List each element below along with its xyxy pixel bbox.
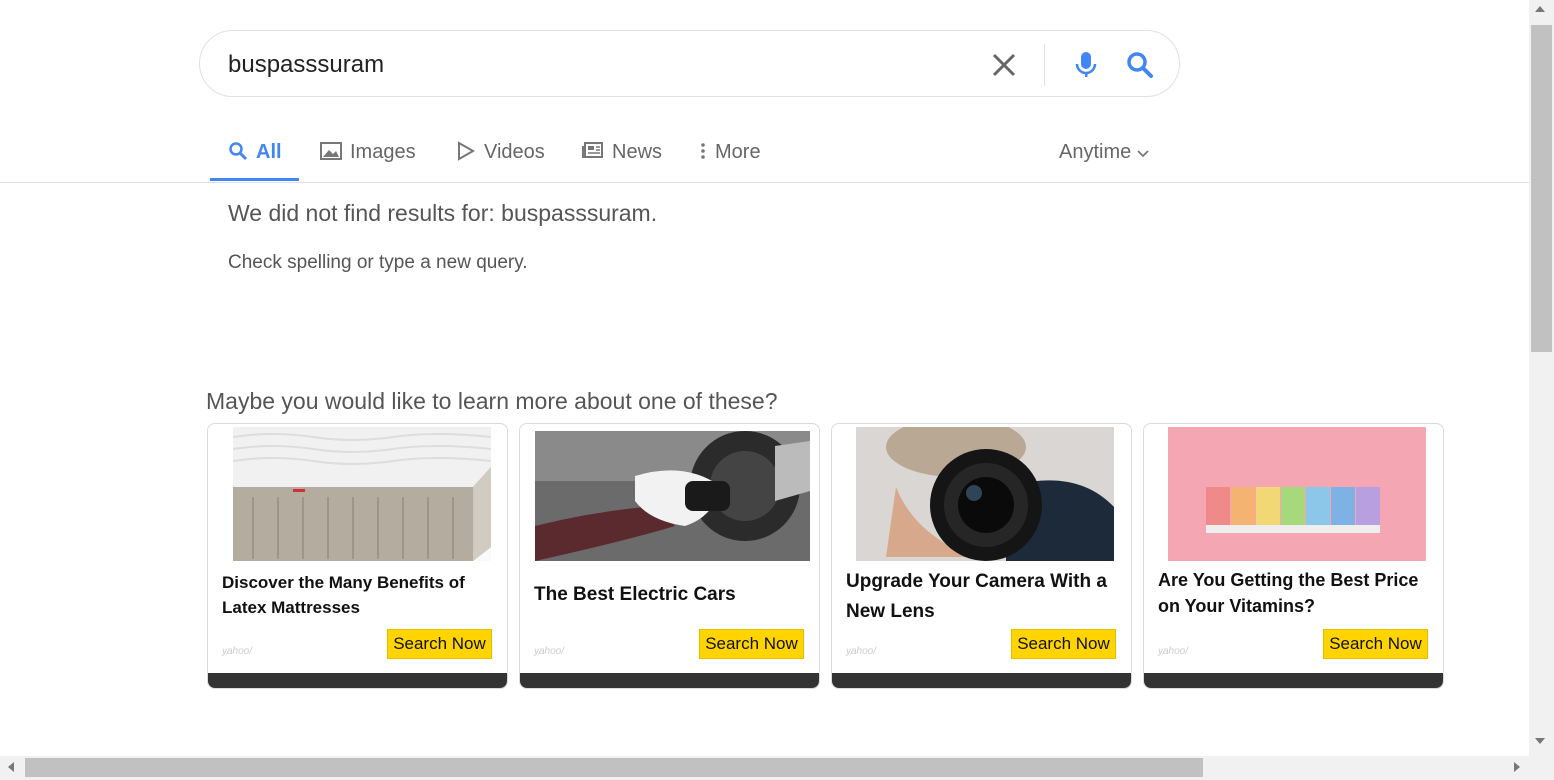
tab-videos[interactable]: Videos (456, 135, 545, 181)
yahoo-logo: yahoo/ (222, 646, 253, 657)
scroll-left-arrow-icon[interactable] (8, 762, 14, 772)
yahoo-logo: yahoo/ (534, 646, 565, 657)
suggestion-card[interactable]: Are You Getting the Best Price on Your V… (1143, 423, 1444, 689)
search-tabs: All Images Videos News More Anytime (210, 135, 1530, 182)
card-title[interactable]: The Best Electric Cars (534, 582, 812, 608)
electric-car-image (535, 431, 810, 561)
tab-label: Videos (484, 141, 545, 163)
search-input[interactable]: buspasssuram (228, 51, 384, 79)
no-results-message: We did not find results for: buspasssura… (228, 200, 658, 226)
search-now-button[interactable]: Search Now (699, 629, 804, 659)
kebab-icon (699, 141, 707, 167)
tab-label: Images (350, 141, 416, 163)
spelling-hint: Check spelling or type a new query. (228, 252, 528, 273)
card-title[interactable]: Discover the Many Benefits of Latex Matt… (222, 570, 500, 620)
microphone-icon[interactable] (1074, 51, 1098, 79)
search-now-button[interactable]: Search Now (1011, 629, 1116, 659)
active-tab-indicator (210, 178, 299, 181)
mattress-image (233, 427, 491, 561)
clear-icon[interactable] (990, 51, 1018, 79)
play-icon (456, 141, 476, 167)
tab-news[interactable]: News (582, 135, 662, 181)
tabs-divider (0, 182, 1529, 183)
suggestions-heading: Maybe you would like to learn more about… (206, 388, 778, 414)
scroll-right-arrow-icon[interactable] (1514, 762, 1520, 772)
search-icon (228, 141, 248, 167)
card-title[interactable]: Are You Getting the Best Price on Your V… (1158, 567, 1436, 619)
tab-images[interactable]: Images (320, 135, 416, 181)
yahoo-logo: yahoo/ (846, 646, 877, 657)
tab-label: News (612, 141, 663, 163)
image-icon (320, 141, 342, 167)
card-footer (832, 673, 1131, 688)
search-box[interactable]: buspasssuram (199, 30, 1180, 97)
time-filter-label: Anytime (1059, 141, 1132, 163)
search-now-button[interactable]: Search Now (1323, 629, 1428, 659)
scroll-down-arrow-icon[interactable] (1535, 738, 1545, 744)
search-icon[interactable] (1126, 51, 1154, 79)
camera-lens-image (856, 427, 1114, 561)
card-footer (1144, 673, 1443, 688)
yahoo-logo: yahoo/ (1158, 646, 1189, 657)
tab-all[interactable]: All (228, 135, 282, 181)
card-footer (520, 673, 819, 688)
vertical-scrollbar-thumb[interactable] (1531, 25, 1552, 352)
tab-label: More (715, 141, 761, 163)
time-filter-dropdown[interactable]: Anytime (1059, 141, 1149, 164)
search-now-button[interactable]: Search Now (387, 629, 492, 659)
search-divider (1044, 44, 1045, 86)
suggestion-card[interactable]: The Best Electric Cars yahoo/ Search Now (519, 423, 820, 689)
scroll-up-arrow-icon[interactable] (1535, 6, 1545, 12)
news-icon (582, 141, 604, 167)
chevron-down-icon (1137, 141, 1149, 164)
suggestion-card[interactable]: Upgrade Your Camera With a New Lens yaho… (831, 423, 1132, 689)
suggestion-card[interactable]: Discover the Many Benefits of Latex Matt… (207, 423, 508, 689)
tab-more[interactable]: More (699, 135, 761, 181)
horizontal-scrollbar-thumb[interactable] (25, 758, 1203, 777)
card-footer (208, 673, 507, 688)
tab-label: All (256, 141, 282, 163)
card-title[interactable]: Upgrade Your Camera With a New Lens (846, 567, 1124, 627)
pill-organizer-image (1168, 427, 1426, 561)
